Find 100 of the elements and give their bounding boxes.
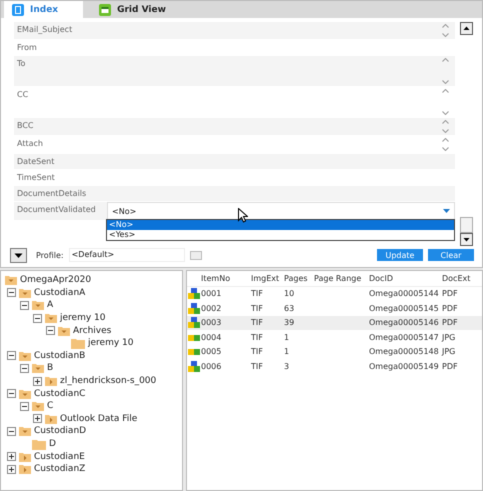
folder-icon [19, 452, 31, 462]
expander-icon[interactable] [33, 376, 42, 386]
scroll-down-button[interactable] [460, 233, 473, 246]
table-cell-text: Omega00005147 [369, 332, 440, 342]
table-cell-text: TIF [251, 289, 264, 298]
folder-icon [32, 438, 46, 450]
input-field[interactable]: DateSent [14, 154, 455, 169]
tree-item[interactable]: C [47, 401, 54, 412]
table-cell-text: PDF [442, 289, 459, 298]
scroll-up-icon [442, 138, 449, 142]
table-cell-text: Omega00005146 [369, 318, 440, 328]
column-header[interactable]: Pages [284, 274, 314, 283]
scroll-down-icon [442, 111, 449, 115]
table-row[interactable]: 0001 TIF 10 Omega00005144 PDF [187, 286, 482, 301]
tree-item[interactable]: A [47, 300, 54, 310]
expander-icon[interactable] [20, 364, 29, 373]
input-field[interactable]: DocumentDetails [14, 186, 455, 201]
input-field[interactable]: TimeSent [14, 170, 455, 185]
expander-icon[interactable] [7, 464, 16, 474]
folder-icon [32, 300, 44, 310]
grid-icon [99, 4, 112, 16]
folder-icon [45, 414, 57, 424]
table-cell-text: Omega00005149 [369, 362, 440, 371]
action-button[interactable]: Clear [428, 249, 474, 261]
field-label: DocumentValidated [16, 204, 97, 216]
tree-item[interactable]: OmegaApr2020 [20, 275, 92, 286]
table-cell-text: TIF [251, 304, 264, 313]
table-cell-text: JPG [442, 347, 456, 356]
tree-item[interactable]: CustodianE [34, 452, 85, 462]
stack-icon [188, 334, 200, 341]
tree-item[interactable]: B [47, 363, 54, 374]
scroll-down-icon [442, 129, 449, 133]
tree-item[interactable]: jeremy 10 [60, 313, 106, 324]
stack-icon [188, 288, 200, 300]
table-cell-text: Omega00005144 [369, 289, 440, 298]
folder-icon [19, 288, 31, 298]
tree-item[interactable]: CustodianZ [34, 464, 86, 474]
expander-icon[interactable] [7, 288, 16, 298]
tree-item[interactable]: CustodianC [34, 388, 86, 399]
tab[interactable]: Index [4, 1, 84, 18]
expander-icon[interactable] [7, 389, 16, 398]
dropdown-option[interactable]: <No> [107, 220, 454, 230]
expander-icon[interactable] [33, 314, 42, 323]
expander-icon[interactable] [20, 300, 29, 310]
folder-icon [45, 376, 57, 386]
column-header[interactable]: DocID [369, 274, 442, 283]
input-field[interactable]: Attach [14, 136, 436, 153]
collapse-button[interactable] [10, 248, 27, 262]
dropdown-option[interactable]: <Yes> [107, 230, 454, 240]
table-cell-text: TIF [251, 318, 264, 328]
folder-icon [58, 326, 70, 336]
tree-item[interactable]: jeremy 10 [88, 338, 134, 348]
input-field[interactable]: From [14, 40, 455, 55]
table-cell-text: 63 [284, 304, 296, 313]
folder-icon [19, 388, 31, 399]
expander-icon[interactable] [7, 452, 16, 462]
tab[interactable]: Grid View [91, 1, 191, 18]
expander-icon[interactable] [46, 326, 55, 336]
table-row[interactable]: 0003 TIF 39 Omega00005146 PDF [187, 316, 482, 330]
scroll-down-icon [442, 147, 449, 151]
scroll-up-button[interactable] [460, 22, 473, 35]
tree-item[interactable]: CustodianD [34, 426, 86, 436]
table-row[interactable]: 0004 TIF 1 Omega00005147 JPG [187, 330, 482, 344]
scrollbar-thumb[interactable] [460, 217, 473, 233]
caret-icon [443, 209, 450, 213]
table-row[interactable]: 0006 TIF 3 Omega00005149 PDF [187, 359, 482, 374]
table-cell-text: TIF [251, 347, 264, 356]
action-button[interactable]: Update [377, 249, 423, 261]
table-row[interactable]: 0005 TIF 1 Omega00005148 JPG [187, 344, 482, 359]
profile-dropdown[interactable]: <Default> [68, 248, 185, 262]
column-header[interactable]: Page Range [314, 274, 369, 283]
table-cell-text: JPG [442, 332, 456, 342]
table-cell-text: 0002 [201, 304, 222, 313]
column-header[interactable]: DocExt [442, 274, 482, 283]
folder-icon [19, 464, 31, 474]
column-header[interactable]: ImgExt [251, 274, 284, 283]
folder-icon [32, 363, 44, 374]
tree-item[interactable]: zl_hendrickson-s_000 [60, 376, 156, 386]
expander-icon[interactable] [33, 414, 42, 424]
folder-icon [19, 350, 31, 361]
tree-item[interactable]: CustodianB [34, 350, 86, 361]
expander-icon[interactable] [7, 426, 16, 436]
input-field[interactable]: CC [14, 87, 436, 117]
profile-label: Profile: [36, 250, 64, 260]
expander-icon[interactable] [20, 402, 29, 411]
table-cell-text: 0001 [201, 289, 222, 298]
table-row[interactable]: 0002 TIF 63 Omega00005145 PDF [187, 301, 482, 316]
tree-item[interactable]: Outlook Data File [60, 414, 138, 424]
tree-item[interactable]: CustodianA [34, 288, 86, 298]
expander-icon[interactable] [7, 351, 16, 360]
dropdown-field[interactable]: <No> [107, 202, 455, 220]
table-cell-text: TIF [251, 332, 264, 342]
column-header[interactable]: ItemNo [201, 274, 251, 283]
tree-item[interactable]: Archives [73, 326, 112, 336]
tree-item[interactable]: D [49, 439, 56, 450]
stack-icon [188, 317, 200, 328]
scroll-down-icon [442, 80, 449, 84]
scroll-down-icon [442, 33, 449, 37]
scroll-up-icon [442, 24, 449, 28]
folder-icon [32, 401, 44, 412]
